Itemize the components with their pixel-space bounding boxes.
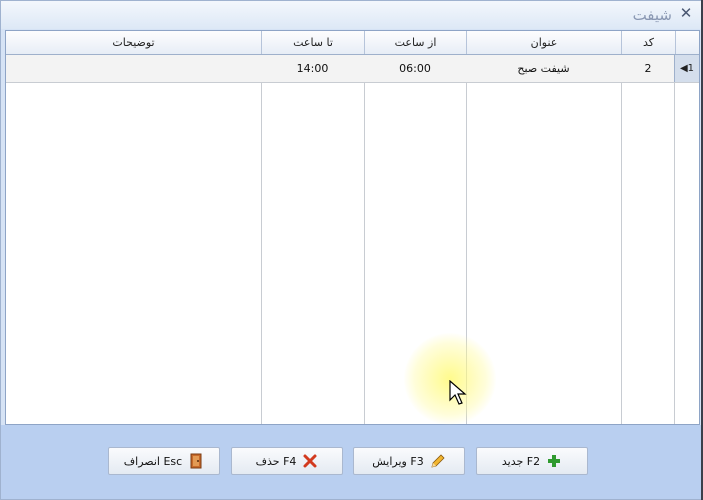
column-header-code[interactable]: کد (621, 31, 675, 54)
column-divider (261, 55, 262, 424)
cell-notes (6, 55, 261, 82)
window-title: شیفت (632, 6, 672, 24)
column-divider (364, 55, 365, 424)
column-divider (621, 55, 622, 424)
pencil-icon (430, 453, 446, 469)
column-header-from-time[interactable]: از ساعت (364, 31, 466, 54)
delete-button[interactable]: حذف F4 (231, 447, 343, 475)
column-header-notes[interactable]: توضیحات (6, 31, 261, 54)
cancel-button[interactable]: انصراف Esc (108, 447, 220, 475)
row-indicator-column (674, 82, 699, 424)
new-button[interactable]: جدید F2 (476, 447, 588, 475)
cell-code: 2 (644, 62, 652, 75)
cell-to-time: 14:00 (296, 62, 329, 75)
shift-dialog: شیفت ✕ توضیحات تا ساعت از ساعت عنوان کد … (0, 0, 703, 500)
delete-label: حذف F4 (255, 454, 297, 468)
indicator-header (675, 31, 699, 54)
close-icon[interactable]: ✕ (678, 4, 694, 22)
table-row[interactable]: 14:00 06:00 شیفت صبح 2 ◀1 (6, 55, 699, 83)
exit-door-icon (188, 453, 204, 469)
x-icon (302, 453, 318, 469)
row-indicator[interactable]: ◀1 (674, 55, 699, 82)
shift-grid[interactable]: توضیحات تا ساعت از ساعت عنوان کد 14:00 0… (5, 30, 700, 425)
plus-icon (546, 453, 562, 469)
edit-button[interactable]: ویرایش F3 (353, 447, 465, 475)
cell-title: شیفت صبح (517, 62, 570, 75)
grid-header: توضیحات تا ساعت از ساعت عنوان کد (6, 31, 699, 55)
column-header-title[interactable]: عنوان (466, 31, 621, 54)
button-bar: انصراف Esc حذف F4 ویرایش F3 جدید F2 (1, 425, 702, 499)
cursor-highlight (404, 333, 496, 425)
cancel-label: انصراف Esc (123, 454, 183, 468)
edit-label: ویرایش F3 (372, 454, 424, 468)
column-header-to-time[interactable]: تا ساعت (261, 31, 364, 54)
cell-from-time: 06:00 (399, 62, 431, 75)
new-label: جدید F2 (501, 454, 541, 468)
row-pointer-icon: ◀ (679, 63, 688, 74)
row-number: 1 (687, 63, 695, 74)
title-bar: شیفت ✕ (1, 1, 702, 29)
mouse-pointer-icon (449, 379, 467, 410)
